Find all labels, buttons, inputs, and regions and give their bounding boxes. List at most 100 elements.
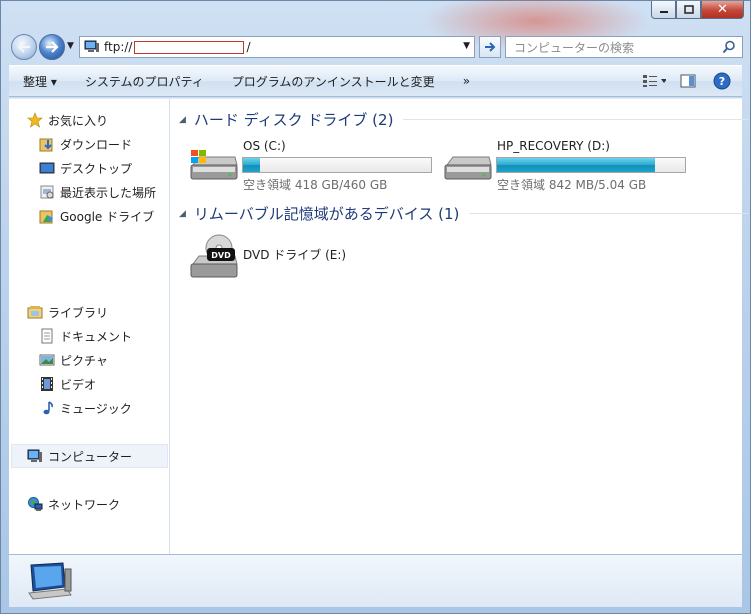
go-button[interactable] — [479, 36, 501, 58]
view-tools: ? — [642, 71, 734, 91]
music-note-icon — [39, 400, 55, 416]
search-placeholder: コンピューターの検索 — [514, 40, 635, 55]
sidebar-label: コンピューター — [48, 449, 133, 464]
sidebar-item-recent[interactable]: 最近表示した場所 — [39, 181, 156, 203]
network-globe-icon — [27, 496, 43, 512]
sidebar-item-downloads[interactable]: ダウンロード — [39, 133, 132, 155]
sidebar-item-computer[interactable]: コンピューター — [27, 445, 132, 467]
sidebar-label: ミュージック — [60, 401, 132, 416]
google-drive-folder-icon — [39, 208, 55, 224]
computer-icon — [84, 40, 99, 52]
sidebar-label: 最近表示した場所 — [60, 185, 157, 200]
drive-usage-fill — [497, 158, 655, 172]
help-button[interactable]: ? — [710, 71, 734, 91]
documents-icon — [39, 328, 55, 344]
preview-pane-button[interactable] — [676, 71, 700, 91]
minimize-button[interactable] — [651, 1, 676, 19]
computer-large-icon — [28, 562, 72, 600]
drive-free-space: 空き領域 418 GB/460 GB — [243, 178, 388, 192]
drive-name: DVD ドライブ (E:) — [243, 248, 347, 262]
drive-d[interactable]: HP_RECOVERY (D:) 空き領域 842 MB/5.04 GB — [443, 139, 693, 195]
system-drive-icon — [190, 150, 238, 180]
details-pane — [9, 554, 742, 607]
change-view-button[interactable] — [642, 71, 666, 91]
sidebar-item-music[interactable]: ミュージック — [39, 397, 132, 419]
recent-pages-dropdown[interactable]: ▼ — [67, 41, 74, 51]
address-suffix: / — [246, 40, 251, 54]
group-divider — [403, 119, 749, 120]
drive-usage-fill — [243, 158, 260, 172]
close-icon: ✕ — [717, 2, 728, 17]
videos-icon — [39, 376, 55, 392]
sidebar-item-pictures[interactable]: ピクチャ — [39, 349, 108, 371]
group-title: ハード ディスク ドライブ (2) — [193, 111, 394, 129]
group-header-hard-disks[interactable]: ◢ ハード ディスク ドライブ (2) — [179, 109, 749, 130]
address-prefix: ftp:// — [104, 40, 133, 54]
minimize-icon — [659, 10, 668, 13]
forward-arrow-icon — [46, 41, 59, 53]
maximize-icon — [683, 5, 694, 14]
more-commands-button[interactable]: » — [449, 74, 484, 88]
dvd-drive-icon: DVD — [190, 234, 238, 278]
downloads-folder-icon — [39, 136, 55, 152]
main-pane: ◢ ハード ディスク ドライブ (2) OS (C:) 空き領域 418 GB/… — [171, 99, 749, 554]
pictures-icon — [39, 352, 55, 368]
redacted-host — [134, 40, 245, 54]
back-arrow-icon — [17, 41, 30, 53]
recent-places-icon — [39, 184, 55, 200]
sidebar-label: ピクチャ — [60, 353, 108, 368]
sidebar-item-libraries[interactable]: ライブラリ — [27, 301, 108, 323]
drive-name: OS (C:) — [243, 139, 286, 153]
sidebar-label: お気に入り — [48, 113, 109, 128]
group-divider — [469, 213, 749, 214]
drive-name: HP_RECOVERY (D:) — [497, 139, 610, 153]
drive-free-space: 空き領域 842 MB/5.04 GB — [497, 178, 647, 192]
libraries-icon — [27, 304, 43, 320]
sidebar-item-documents[interactable]: ドキュメント — [39, 325, 132, 347]
drive-usage-bar — [242, 157, 432, 173]
navigation-bar: ▼ ftp:// / ▼ コンピューターの検索 — [9, 33, 743, 61]
navigation-pane: お気に入り ダウンロード デスクトップ 最近表示した場所 Google ドライブ… — [9, 99, 170, 554]
sidebar-label: ダウンロード — [60, 137, 133, 152]
group-title: リムーバブル記憶域があるデバイス (1) — [193, 205, 460, 223]
sidebar-item-google-drive[interactable]: Google ドライブ — [39, 205, 154, 227]
sidebar-label: ビデオ — [60, 377, 97, 392]
preview-pane-icon — [680, 74, 696, 88]
svg-text:?: ? — [719, 75, 725, 88]
sidebar-item-network[interactable]: ネットワーク — [27, 493, 120, 515]
view-options-icon — [643, 75, 666, 87]
sidebar-label: ドキュメント — [60, 329, 133, 344]
desktop-icon — [39, 160, 55, 176]
sidebar-label: ライブラリ — [48, 305, 109, 320]
go-arrow-icon — [485, 42, 496, 52]
sidebar-label: デスクトップ — [60, 161, 133, 176]
sidebar-item-favorites[interactable]: お気に入り — [27, 109, 108, 131]
sidebar-item-desktop[interactable]: デスクトップ — [39, 157, 132, 179]
back-button[interactable] — [11, 34, 37, 60]
sidebar-item-videos[interactable]: ビデオ — [39, 373, 96, 395]
close-button[interactable]: ✕ — [701, 1, 744, 19]
drive-usage-bar — [496, 157, 686, 173]
uninstall-program-button[interactable]: プログラムのアンインストールと変更 — [218, 73, 449, 90]
organize-button[interactable]: 整理 ▾ — [9, 73, 71, 90]
collapse-triangle-icon: ◢ — [179, 114, 186, 125]
group-header-removable[interactable]: ◢ リムーバブル記憶域があるデバイス (1) — [179, 203, 749, 224]
help-icon: ? — [713, 72, 731, 90]
explorer-window: ✕ ▼ ftp:// / ▼ コンピューターの検索 整理 ▾ システムのプロパテ… — [0, 0, 751, 614]
search-input[interactable]: コンピューターの検索 — [505, 36, 743, 58]
drive-c[interactable]: OS (C:) 空き領域 418 GB/460 GB — [189, 139, 439, 195]
command-bar: 整理 ▾ システムのプロパティ プログラムのアンインストールと変更 » ? — [9, 65, 742, 97]
sidebar-label: ネットワーク — [48, 497, 121, 512]
collapse-triangle-icon: ◢ — [179, 208, 186, 219]
maximize-button[interactable] — [676, 1, 701, 19]
sidebar-label: Google ドライブ — [60, 209, 155, 224]
content-area: お気に入り ダウンロード デスクトップ 最近表示した場所 Google ドライブ… — [9, 98, 749, 554]
dvd-badge-text: DVD — [211, 251, 231, 260]
forward-button[interactable] — [39, 34, 65, 60]
drive-e[interactable]: DVD DVD ドライブ (E:) — [189, 234, 389, 294]
caption-buttons: ✕ — [651, 1, 744, 19]
address-bar[interactable]: ftp:// / ▼ — [79, 36, 475, 58]
system-properties-button[interactable]: システムのプロパティ — [71, 73, 218, 90]
star-icon — [27, 112, 43, 128]
address-dropdown-icon[interactable]: ▼ — [463, 41, 470, 51]
